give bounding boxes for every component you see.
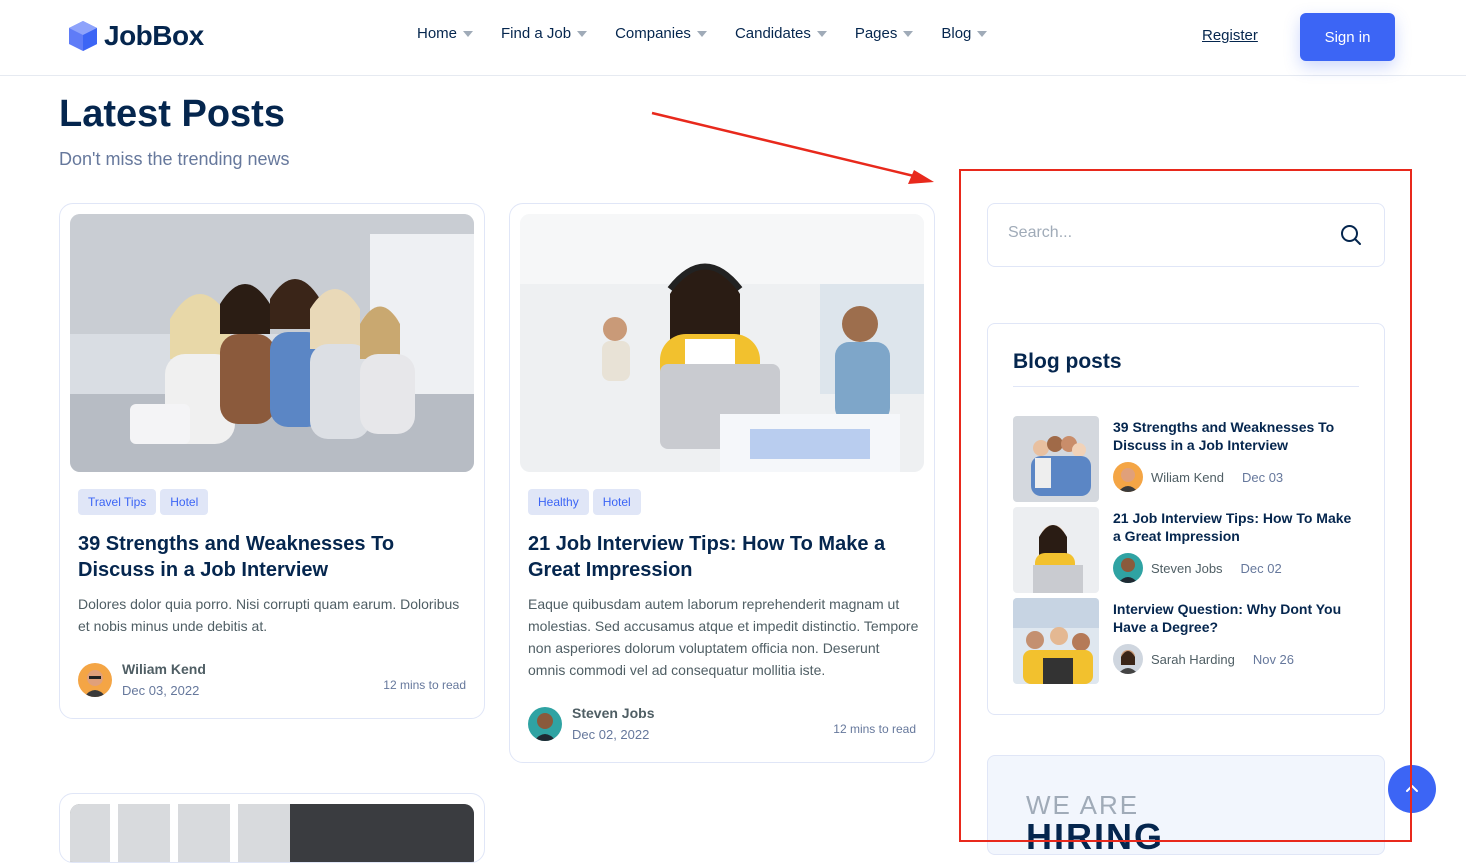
post-title[interactable]: 39 Strengths and Weaknesses To Discuss i…: [78, 531, 468, 583]
post-meta: Steven Jobs Dec 02: [1113, 553, 1282, 583]
nav-companies[interactable]: Companies: [615, 25, 707, 42]
blog-posts-widget: Blog posts 39 Strengths and Weaknesses T…: [987, 323, 1385, 715]
author-name[interactable]: Wiliam Kend: [122, 661, 206, 677]
nav-pages-label: Pages: [854, 25, 898, 42]
post-card[interactable]: [59, 793, 485, 863]
tag[interactable]: Hotel: [592, 489, 641, 515]
post-link[interactable]: 39 Strengths and Weaknesses To Discuss i…: [1113, 418, 1359, 454]
site-header: JobBox Home Find a Job Companies Candida…: [0, 0, 1466, 76]
author-name[interactable]: Steven Jobs: [572, 705, 654, 721]
hiring-banner[interactable]: WE ARE HIRING: [987, 755, 1385, 855]
nav-find-job-label: Find a Job: [501, 25, 572, 42]
hiring-big-text: HIRING: [1026, 816, 1164, 855]
tag[interactable]: Travel Tips: [78, 489, 157, 515]
page-subtitle: Don't miss the trending news: [59, 149, 290, 169]
post-card[interactable]: Healthy Hotel 21 Job Interview Tips: How…: [509, 203, 935, 763]
nav-candidates-label: Candidates: [734, 25, 811, 42]
avatar: [1113, 553, 1143, 583]
post-excerpt: Eaque quibusdam autem laborum reprehende…: [528, 596, 919, 678]
nav-home[interactable]: Home: [417, 25, 474, 42]
arrow-up-icon: [1406, 785, 1418, 792]
caret-down-icon: [696, 30, 707, 37]
post-date: Dec 02, 2022: [572, 727, 650, 742]
widget-title: Blog posts: [1013, 350, 1122, 373]
avatar: [1113, 462, 1143, 492]
author-name[interactable]: Steven Jobs: [1151, 561, 1223, 576]
author-name[interactable]: Sarah Harding: [1151, 652, 1235, 667]
caret-down-icon: [463, 30, 474, 37]
tag[interactable]: Hotel: [160, 489, 209, 515]
nav-pages[interactable]: Pages: [855, 25, 914, 42]
nav-blog-label: Blog: [941, 25, 972, 42]
caret-down-icon: [816, 30, 827, 37]
avatar: [528, 706, 562, 741]
post-author: Wiliam Kend Dec 03, 2022: [78, 661, 206, 698]
post-image[interactable]: [70, 804, 474, 862]
register-link[interactable]: Register: [1202, 27, 1258, 44]
caret-down-icon: [577, 30, 588, 37]
main-nav: Home Find a Job Companies Candidates Pag…: [417, 25, 1015, 42]
nav-candidates[interactable]: Candidates: [735, 25, 827, 42]
post-date: Dec 03: [1241, 469, 1284, 485]
search-input[interactable]: [1008, 224, 1328, 242]
post-date: Dec 03, 2022: [122, 683, 200, 698]
list-item[interactable]: 39 Strengths and Weaknesses To Discuss i…: [1013, 416, 1359, 502]
tag[interactable]: Healthy: [528, 489, 589, 515]
nav-blog[interactable]: Blog: [941, 25, 988, 42]
post-date: Dec 02: [1240, 560, 1282, 576]
signin-button[interactable]: Sign in: [1300, 13, 1395, 61]
nav-find-job[interactable]: Find a Job: [501, 25, 588, 42]
post-date: Nov 26: [1252, 651, 1295, 667]
post-link[interactable]: 21 Job Interview Tips: How To Make a Gre…: [1113, 509, 1359, 545]
search-box: [987, 203, 1385, 267]
post-title[interactable]: 21 Job Interview Tips: How To Make a Gre…: [528, 531, 918, 583]
post-thumbnail[interactable]: [1013, 507, 1099, 593]
post-image[interactable]: [70, 214, 474, 472]
tag-list: Healthy Hotel: [528, 489, 641, 515]
post-meta: Wiliam Kend Dec 03: [1113, 462, 1283, 492]
nav-companies-label: Companies: [615, 25, 691, 42]
post-author: Steven Jobs Dec 02, 2022: [528, 705, 654, 742]
read-time: 12 mins to read: [833, 722, 916, 736]
post-link[interactable]: Interview Question: Why Dont You Have a …: [1113, 600, 1359, 636]
caret-down-icon: [903, 30, 914, 37]
post-meta: Sarah Harding Nov 26: [1113, 644, 1294, 674]
nav-home-label: Home: [417, 25, 458, 42]
logo-icon: [69, 21, 97, 51]
page-title: Latest Posts: [59, 93, 285, 135]
divider: [1013, 386, 1359, 387]
author-name[interactable]: Wiliam Kend: [1151, 470, 1224, 485]
list-item[interactable]: Interview Question: Why Dont You Have a …: [1013, 598, 1359, 684]
post-card[interactable]: Travel Tips Hotel 39 Strengths and Weakn…: [59, 203, 485, 719]
post-thumbnail[interactable]: [1013, 598, 1099, 684]
avatar: [78, 662, 112, 697]
list-item[interactable]: 21 Job Interview Tips: How To Make a Gre…: [1013, 507, 1359, 593]
post-excerpt: Dolores dolor quia porro. Nisi corrupti …: [78, 596, 460, 634]
read-time: 12 mins to read: [383, 678, 466, 692]
tag-list: Travel Tips Hotel: [78, 489, 209, 515]
caret-down-icon: [977, 30, 988, 37]
post-thumbnail[interactable]: [1013, 416, 1099, 502]
post-image[interactable]: [520, 214, 924, 472]
avatar: [1113, 644, 1143, 674]
search-icon[interactable]: [1340, 224, 1362, 246]
scroll-top-button[interactable]: [1388, 765, 1436, 813]
logo-text: JobBox: [104, 20, 204, 51]
logo[interactable]: JobBox: [68, 20, 204, 52]
